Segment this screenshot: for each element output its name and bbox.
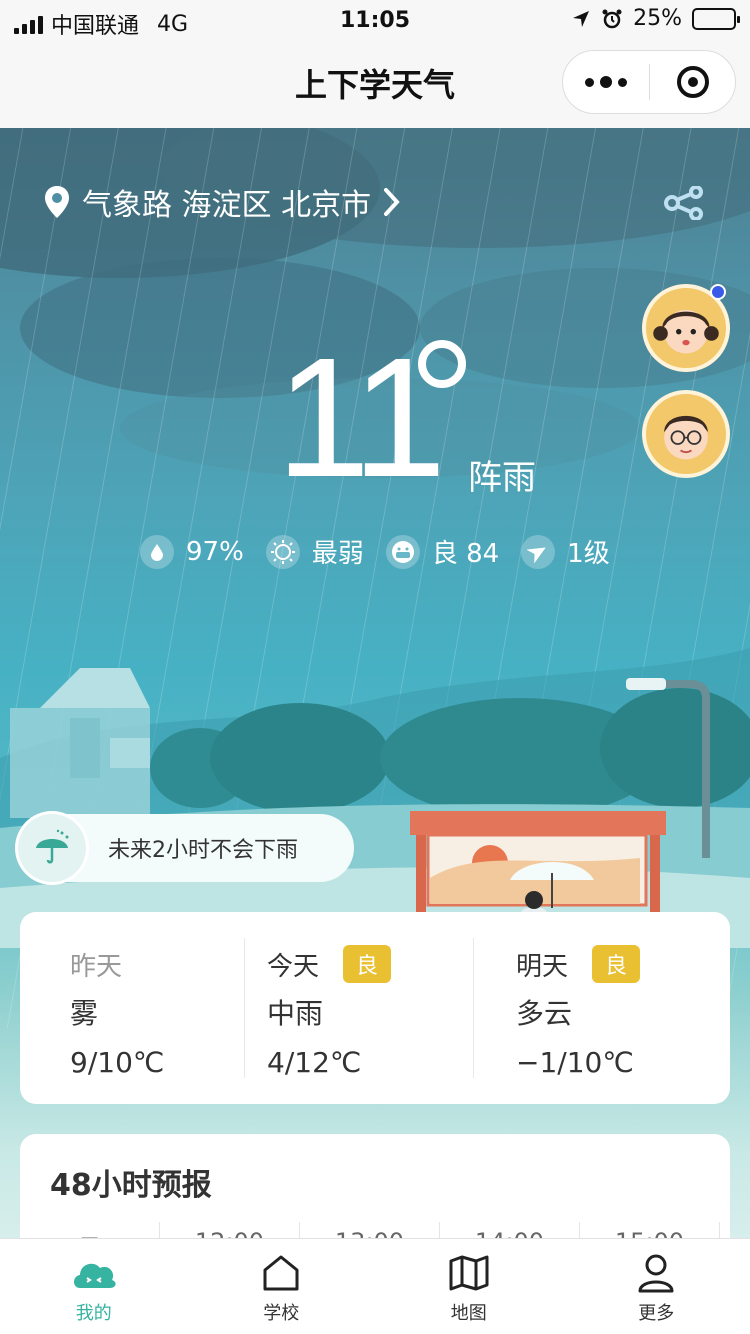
day-name: 昨天 (70, 951, 123, 982)
nav-bar: 上下学天气 (0, 40, 750, 128)
house-icon (261, 1251, 301, 1295)
daily-weather-card: 昨天 雾 9/10℃ 今天 良 中雨 4/12℃ 明天 良 多云 −1/10℃ (20, 912, 730, 1104)
boy-avatar[interactable] (642, 390, 730, 478)
location-pin-icon (45, 186, 69, 218)
tab-label: 我的 (75, 1303, 112, 1324)
tab-mine[interactable]: 我的 (0, 1239, 188, 1334)
day-condition: 雾 (70, 997, 99, 1030)
person-icon (637, 1251, 675, 1295)
map-icon (448, 1251, 490, 1295)
location-arrow-icon (573, 10, 590, 27)
boy-face-icon (664, 415, 708, 460)
aqi-badge: 良 (343, 945, 392, 983)
day-name: 今天 (267, 951, 320, 982)
battery-icon (692, 7, 740, 30)
day-yesterday[interactable]: 昨天 雾 9/10℃ (20, 912, 244, 1104)
current-condition: 阵雨 (468, 458, 536, 498)
day-condition: 多云 (516, 997, 573, 1030)
more-dots-icon[interactable] (563, 51, 649, 113)
mini-program-capsule (562, 50, 736, 114)
tab-map[interactable]: 地图 (375, 1239, 563, 1334)
battery-percent: 25% (633, 6, 682, 31)
chevron-right-icon (384, 188, 400, 216)
tab-label: 更多 (638, 1303, 675, 1324)
rain-forecast-text: 未来2小时不会下雨 (108, 838, 298, 863)
notification-dot (710, 284, 726, 300)
aqi-badge: 良 (592, 945, 641, 983)
target-close-icon[interactable] (650, 51, 735, 113)
location-text: 气象路 海淀区 北京市 (82, 188, 372, 223)
day-tomorrow[interactable]: 明天 良 多云 −1/10℃ (474, 912, 730, 1104)
rain-forecast-pill[interactable]: 未来2小时不会下雨 (18, 814, 354, 882)
cloud-face-icon (70, 1251, 118, 1295)
day-today[interactable]: 今天 良 中雨 4/12℃ (245, 912, 473, 1104)
girl-face-icon (653, 309, 719, 354)
forecast-title: 48小时预报 (50, 1168, 212, 1203)
current-temperature: 11 (276, 323, 447, 513)
alarm-icon (602, 9, 622, 28)
share-icon[interactable] (664, 186, 704, 220)
tab-label: 地图 (450, 1303, 487, 1324)
day-temp-range: 9/10℃ (70, 1046, 165, 1079)
tab-more[interactable]: 更多 (563, 1239, 750, 1334)
weather-hero: 气象路 海淀区 北京市 11 阵雨 97% 最弱 良 84 1级 未来2小时不会… (0, 128, 750, 1334)
degree-symbol (418, 340, 466, 388)
day-temp-range: −1/10℃ (516, 1046, 634, 1079)
location-selector[interactable]: 气象路 海淀区 北京市 (44, 180, 401, 224)
day-name: 明天 (516, 951, 569, 982)
day-temp-range: 4/12℃ (267, 1046, 362, 1079)
bottom-tab-bar: 我的 学校 地图 更多 (0, 1238, 750, 1334)
umbrella-icon (18, 814, 86, 882)
tab-school[interactable]: 学校 (188, 1239, 376, 1334)
bus-stop-illustration (0, 648, 750, 948)
day-condition: 中雨 (267, 997, 324, 1030)
status-right: 25% (571, 6, 740, 31)
tab-label: 学校 (263, 1303, 300, 1324)
status-bar: 中国联通 4G 11:05 25% (0, 0, 750, 40)
